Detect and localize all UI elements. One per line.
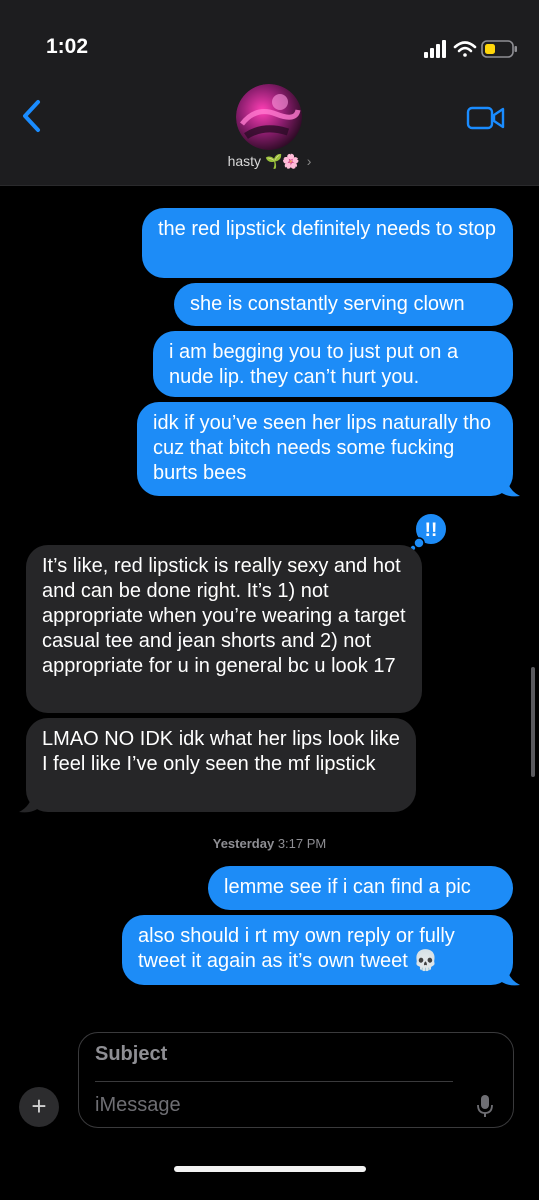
message-bubble-sent[interactable]: lemme see if i can find a pic (208, 866, 513, 910)
conversation-header: 1:02 hasty 🌱🌸 › (0, 0, 539, 186)
contact-avatar[interactable] (236, 84, 302, 150)
bubble-tail (498, 476, 520, 497)
scroll-indicator[interactable] (531, 667, 535, 777)
message-bubble-sent[interactable]: also should i rt my own reply or fully t… (122, 915, 513, 985)
double-exclamation-icon: !! (425, 520, 438, 541)
microphone-icon[interactable] (477, 1094, 493, 1118)
status-icons (424, 40, 517, 58)
back-button[interactable] (18, 98, 48, 134)
compose-box[interactable]: Subject iMessage (78, 1032, 514, 1128)
message-bubble-sent[interactable]: idk if you’ve seen her lips naturally th… (137, 402, 513, 496)
message-bubble-sent[interactable]: she is constantly serving clown (174, 283, 513, 326)
message-bubble-received[interactable]: It’s like, red lipstick is really sexy a… (26, 545, 422, 713)
cellular-signal-icon (424, 40, 446, 58)
timestamp-time: 3:17 PM (277, 836, 327, 851)
bubble-tail (498, 965, 520, 986)
video-call-button[interactable] (466, 104, 506, 132)
message-timestamp: Yesterday 3:17 PM (0, 836, 539, 851)
battery-icon (481, 40, 517, 58)
contact-name: hasty (227, 153, 262, 169)
message-input[interactable]: iMessage (95, 1094, 181, 1117)
timestamp-day: Yesterday (212, 836, 275, 851)
subject-field[interactable]: Subject (95, 1043, 167, 1066)
apps-plus-button[interactable]: + (19, 1087, 59, 1127)
message-bubble-received[interactable]: LMAO NO IDK idk what her lips look like … (26, 718, 416, 812)
contact-name-row[interactable]: hasty 🌱🌸 › (0, 153, 539, 170)
status-time: 1:02 (46, 35, 89, 58)
compose-divider (95, 1081, 453, 1082)
messages-screen: 1:02 hasty 🌱🌸 › the red lipstick definit… (0, 0, 539, 1200)
message-bubble-sent[interactable]: the red lipstick definitely needs to sto… (142, 208, 513, 278)
tapback-reaction-badge[interactable]: !! (409, 512, 451, 550)
wifi-icon (453, 41, 477, 57)
message-bubble-sent[interactable]: i am begging you to just put on a nude l… (153, 331, 513, 397)
home-indicator[interactable] (174, 1166, 366, 1172)
chevron-right-icon: › (306, 153, 312, 169)
contact-emoji: 🌱🌸 (264, 153, 300, 169)
bubble-tail (19, 792, 41, 813)
